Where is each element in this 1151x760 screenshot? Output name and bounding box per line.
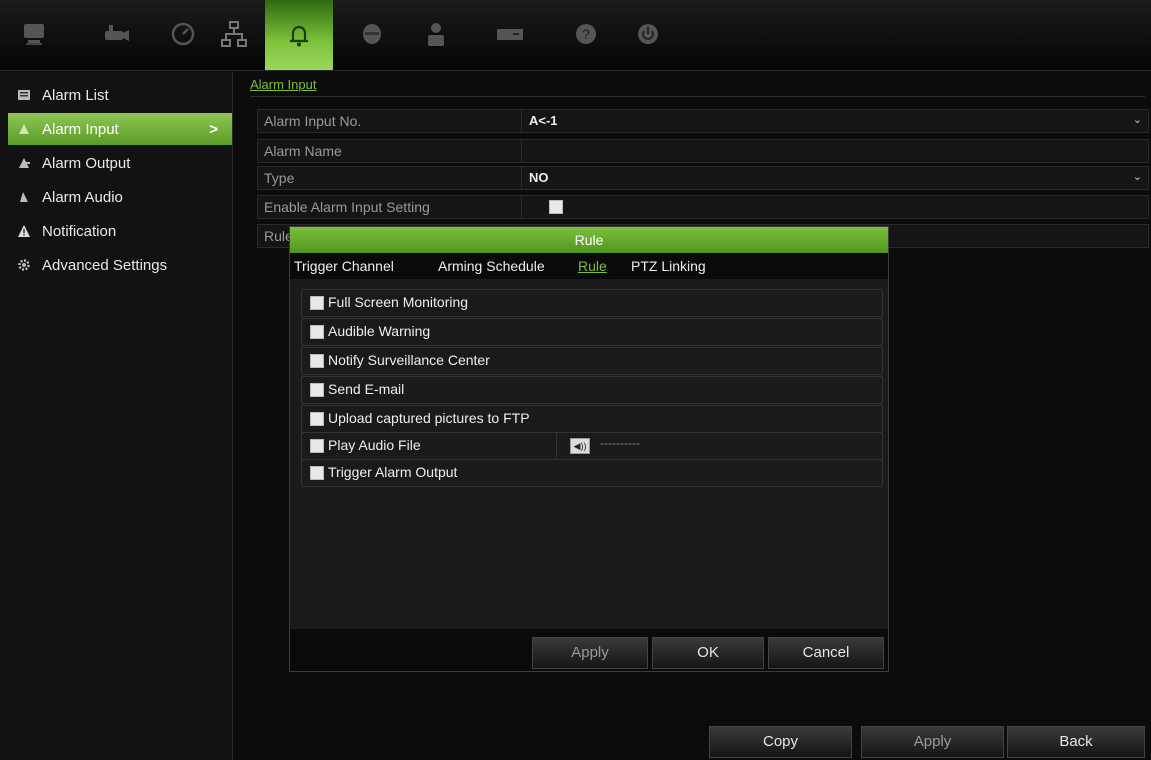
chevron-right-icon: >: [209, 120, 218, 138]
alarm-name-label: Alarm Name: [264, 143, 342, 159]
camera-icon[interactable]: [96, 14, 136, 54]
alarm-list-icon: [16, 87, 32, 103]
option-label: Upload captured pictures to FTP: [328, 410, 530, 426]
notify-surveillance-center-checkbox[interactable]: [310, 354, 324, 368]
dialog-title: Rule: [290, 227, 888, 253]
bell-icon[interactable]: [265, 0, 333, 70]
audible-warning-checkbox[interactable]: [310, 325, 324, 339]
trigger-alarm-output-checkbox[interactable]: [310, 466, 324, 480]
dialog-ok-button[interactable]: OK: [652, 637, 764, 669]
sidebar-item-label: Alarm Input: [42, 120, 119, 138]
dialog-apply-button[interactable]: Apply: [532, 637, 648, 669]
network-icon[interactable]: [214, 14, 254, 54]
option-label: Full Screen Monitoring: [328, 294, 469, 310]
option-upload-ftp: Upload captured pictures to FTP: [301, 405, 883, 433]
option-play-audio-file: Play Audio File ◀)) ----------: [301, 432, 883, 460]
alarm-output-icon: [16, 155, 32, 171]
option-send-email: Send E-mail: [301, 376, 883, 404]
type-label: Type: [264, 170, 295, 186]
full-screen-monitoring-checkbox[interactable]: [310, 296, 324, 310]
option-label: Trigger Alarm Output: [328, 464, 458, 480]
divider: [521, 140, 522, 162]
dialog-tabs: Trigger Channel Arming Schedule Rule PTZ…: [290, 253, 888, 279]
upload-ftp-checkbox[interactable]: [310, 412, 324, 426]
top-toolbar: ?: [0, 0, 1151, 71]
divider: [521, 110, 522, 132]
alarm-name-row: Alarm Name: [257, 139, 1149, 163]
alarm-input-icon: [16, 121, 32, 137]
sidebar-item-notification[interactable]: Notification: [8, 215, 232, 247]
sidebar-item-label: Notification: [42, 222, 117, 240]
option-audible-warning: Audible Warning: [301, 318, 883, 346]
alarm-audio-icon: [16, 189, 32, 205]
power-icon[interactable]: [628, 14, 668, 54]
alarm-input-no-select[interactable]: A<-1: [529, 113, 558, 128]
gear-icon: [16, 257, 32, 273]
enable-alarm-input-label: Enable Alarm Input Setting: [264, 199, 430, 215]
sidebar-item-advanced-settings[interactable]: Advanced Settings: [8, 249, 232, 281]
divider: [250, 96, 1145, 97]
play-audio-file-checkbox[interactable]: [310, 439, 324, 453]
warning-icon: [16, 223, 32, 239]
divider: [556, 433, 557, 459]
svg-text:?: ?: [582, 26, 590, 42]
sidebar-item-alarm-input[interactable]: Alarm Input >: [8, 113, 232, 145]
option-trigger-alarm-output: Trigger Alarm Output: [301, 459, 883, 487]
sidebar-item-label: Advanced Settings: [42, 256, 168, 274]
enable-alarm-input-checkbox[interactable]: [549, 200, 563, 214]
sidebar-item-label: Alarm Output: [42, 154, 131, 172]
chevron-down-icon[interactable]: ⌄: [1133, 170, 1142, 183]
copy-button[interactable]: Copy: [709, 726, 852, 758]
enable-alarm-input-row: Enable Alarm Input Setting: [257, 195, 1149, 219]
gauge-icon[interactable]: [163, 14, 203, 54]
breadcrumb[interactable]: Alarm Input: [250, 77, 316, 92]
speaker-icon[interactable]: ◀)): [570, 438, 590, 454]
divider: [521, 167, 522, 189]
option-notify-surveillance-center: Notify Surveillance Center: [301, 347, 883, 375]
sidebar-item-label: Alarm List: [42, 86, 109, 104]
alarm-input-no-row: Alarm Input No. A<-1 ⌄: [257, 109, 1149, 133]
tab-trigger-channel[interactable]: Trigger Channel: [294, 258, 394, 274]
tab-arming-schedule[interactable]: Arming Schedule: [438, 258, 545, 274]
dialog-cancel-button[interactable]: Cancel: [768, 637, 884, 669]
sidebar-item-alarm-audio[interactable]: Alarm Audio: [8, 181, 232, 213]
disk-icon[interactable]: [352, 14, 392, 54]
option-full-screen-monitoring: Full Screen Monitoring: [301, 289, 883, 317]
help-icon[interactable]: ?: [566, 14, 606, 54]
option-label: Play Audio File: [328, 437, 421, 453]
option-label: Audible Warning: [328, 323, 431, 339]
audio-file-value: ----------: [600, 436, 640, 450]
sidebar-item-label: Alarm Audio: [42, 188, 123, 206]
tab-rule[interactable]: Rule: [578, 258, 607, 274]
type-row: Type NO ⌄: [257, 166, 1149, 190]
sidebar-item-alarm-list[interactable]: Alarm List: [8, 79, 232, 111]
monitor-icon[interactable]: [14, 14, 54, 54]
alarm-input-no-label: Alarm Input No.: [264, 113, 362, 129]
tab-ptz-linking[interactable]: PTZ Linking: [631, 258, 706, 274]
divider: [521, 196, 522, 218]
rule-dialog: Rule Trigger Channel Arming Schedule Rul…: [289, 226, 889, 672]
back-button[interactable]: Back: [1007, 726, 1145, 758]
sidebar: Alarm List Alarm Input > Alarm Output Al…: [0, 72, 233, 760]
apply-button[interactable]: Apply: [861, 726, 1004, 758]
send-email-checkbox[interactable]: [310, 383, 324, 397]
dialog-footer: Apply OK Cancel: [290, 629, 888, 671]
type-select[interactable]: NO: [529, 170, 549, 185]
user-icon[interactable]: [416, 14, 456, 54]
option-label: Send E-mail: [328, 381, 405, 397]
storage-icon[interactable]: [490, 14, 530, 54]
chevron-down-icon[interactable]: ⌄: [1133, 113, 1142, 126]
sidebar-item-alarm-output[interactable]: Alarm Output: [8, 147, 232, 179]
option-label: Notify Surveillance Center: [328, 352, 490, 368]
